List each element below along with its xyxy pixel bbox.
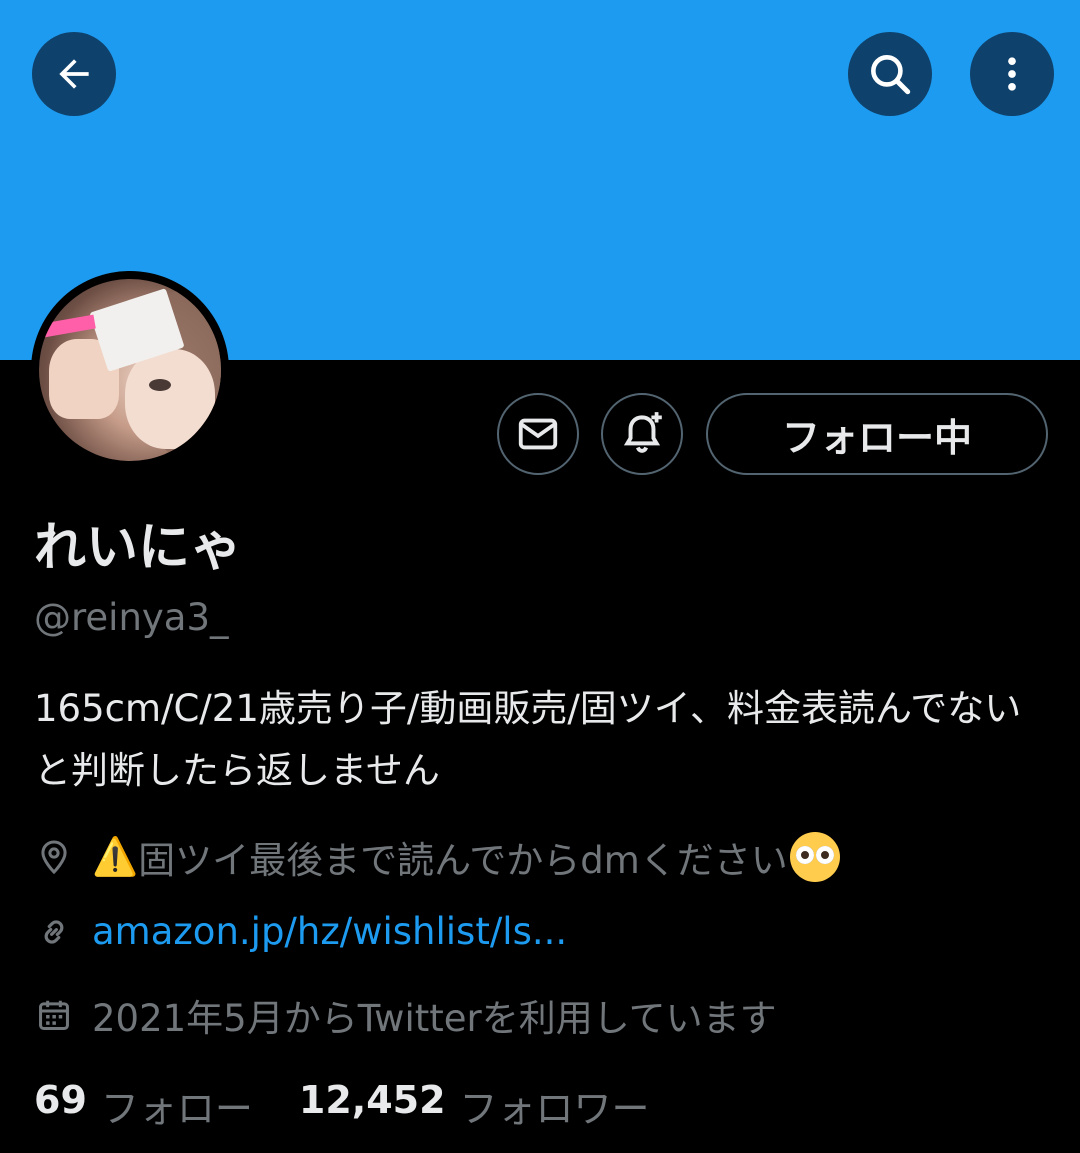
location-pin-icon bbox=[34, 837, 74, 877]
joined-row: 2021年5月からTwitterを利用しています bbox=[34, 988, 777, 1042]
notifications-button[interactable] bbox=[601, 393, 683, 475]
joined-text: 2021年5月からTwitterを利用しています bbox=[92, 997, 777, 1040]
calendar-icon bbox=[34, 995, 74, 1035]
back-button[interactable] bbox=[32, 32, 116, 116]
search-button[interactable] bbox=[848, 32, 932, 116]
followers-count[interactable]: 12,452 bbox=[299, 1078, 446, 1133]
location-text: 固ツイ最後まで読んでからdmください bbox=[138, 839, 788, 882]
website-row[interactable]: amazon.jp/hz/wishlist/ls... bbox=[34, 910, 567, 953]
arrow-left-icon bbox=[59, 59, 89, 89]
mail-icon bbox=[518, 418, 558, 450]
pleading-face-icon bbox=[789, 832, 840, 882]
location-row: ⚠️ 固ツイ最後まで読んでからdmください bbox=[34, 830, 840, 884]
more-button[interactable] bbox=[970, 32, 1054, 116]
bio-text: 165cm/C/21歳売り子/動画販売/固ツイ、料金表読んでないと判断したら返し… bbox=[34, 687, 1022, 792]
message-button[interactable] bbox=[497, 393, 579, 475]
link-icon bbox=[34, 912, 74, 952]
warning-icon: ⚠️ bbox=[92, 835, 139, 878]
display-name: れいにゃ bbox=[34, 518, 243, 578]
followers-label[interactable]: フォロワー bbox=[460, 1078, 650, 1133]
following-button[interactable]: フォロー中 bbox=[706, 393, 1048, 475]
website-link[interactable]: amazon.jp/hz/wishlist/ls... bbox=[92, 910, 567, 953]
username: @reinya3_ bbox=[34, 596, 229, 639]
avatar-image bbox=[39, 279, 221, 461]
following-label[interactable]: フォロー bbox=[101, 1078, 253, 1133]
search-icon bbox=[871, 55, 911, 95]
following-count[interactable]: 69 bbox=[34, 1078, 87, 1133]
more-vertical-icon bbox=[1008, 57, 1016, 91]
follow-stats: 69 フォロー 12,452 フォロワー bbox=[34, 1078, 696, 1133]
bell-plus-icon bbox=[623, 412, 662, 453]
avatar[interactable] bbox=[31, 271, 229, 469]
